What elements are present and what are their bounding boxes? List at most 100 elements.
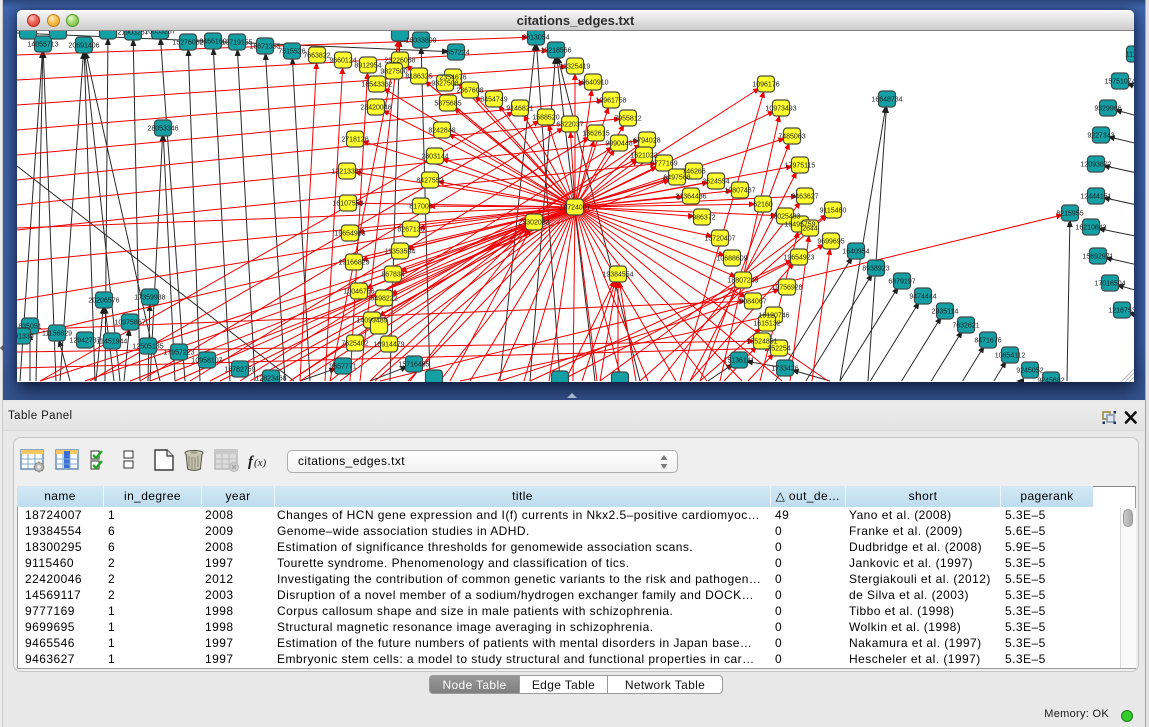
svg-text:7625402: 7625402 bbox=[341, 341, 368, 348]
svg-text:16671355: 16671355 bbox=[249, 44, 280, 51]
svg-text:16543362: 16543362 bbox=[361, 82, 392, 89]
svg-text:9660124: 9660124 bbox=[329, 58, 356, 65]
svg-text:8454749: 8454749 bbox=[480, 97, 507, 104]
svg-text:9227343: 9227343 bbox=[1087, 133, 1114, 140]
svg-text:25302083: 25302083 bbox=[518, 220, 549, 227]
svg-text:19654923: 19654923 bbox=[783, 255, 814, 262]
svg-text:12093872: 12093872 bbox=[1080, 162, 1111, 169]
svg-text:11325419: 11325419 bbox=[560, 64, 591, 71]
svg-text:10807487: 10807487 bbox=[724, 188, 755, 195]
svg-text:28053346: 28053346 bbox=[147, 126, 178, 133]
svg-text:867834: 867834 bbox=[381, 272, 404, 279]
svg-text:19756928: 19756928 bbox=[771, 285, 802, 292]
svg-text:9327508: 9327508 bbox=[431, 81, 458, 88]
svg-text:20206576: 20206576 bbox=[88, 298, 119, 305]
svg-text:20691406: 20691406 bbox=[68, 43, 99, 50]
svg-text:11353594: 11353594 bbox=[385, 249, 416, 256]
svg-text:5875685: 5875685 bbox=[434, 101, 461, 108]
svg-text:17359938: 17359938 bbox=[134, 295, 165, 302]
svg-text:9474444: 9474444 bbox=[909, 294, 936, 301]
svg-text:15692971: 15692971 bbox=[1082, 254, 1113, 261]
svg-text:1216753: 1216753 bbox=[1108, 308, 1134, 315]
svg-text:1615132: 1615132 bbox=[753, 321, 780, 328]
svg-text:15716485: 15716485 bbox=[398, 362, 429, 369]
svg-text:2803144: 2803144 bbox=[421, 154, 448, 161]
svg-text:391339: 391339 bbox=[17, 334, 34, 341]
svg-text:7955812: 7955812 bbox=[614, 116, 641, 123]
svg-text:8186325: 8186325 bbox=[405, 74, 432, 81]
svg-text:10025433: 10025433 bbox=[769, 214, 800, 221]
svg-text:9463627: 9463627 bbox=[791, 194, 818, 201]
svg-text:16120746: 16120746 bbox=[758, 313, 789, 320]
svg-text:12444151: 12444151 bbox=[1080, 194, 1111, 201]
svg-text:10961758: 10961758 bbox=[595, 98, 626, 105]
svg-text:11451944: 11451944 bbox=[97, 339, 128, 346]
svg-text:18524851: 18524851 bbox=[746, 339, 777, 346]
svg-text:8938923: 8938923 bbox=[862, 266, 889, 273]
svg-text:7986372: 7986372 bbox=[688, 215, 715, 222]
svg-text:2935114: 2935114 bbox=[932, 309, 959, 316]
svg-text:1621022: 1621022 bbox=[630, 153, 657, 160]
svg-text:10973493: 10973493 bbox=[765, 106, 796, 113]
svg-text:8215955: 8215955 bbox=[1056, 211, 1083, 218]
svg-text:23226058: 23226058 bbox=[384, 58, 415, 65]
svg-text:8912954: 8912954 bbox=[354, 63, 381, 70]
svg-text:7515526: 7515526 bbox=[278, 49, 305, 56]
svg-text:23420046: 23420046 bbox=[360, 105, 391, 112]
svg-text:9329966: 9329966 bbox=[1094, 106, 1121, 113]
svg-text:1733426: 1733426 bbox=[771, 366, 798, 373]
svg-text:9146821: 9146821 bbox=[506, 106, 533, 113]
svg-text:6322037: 6322037 bbox=[556, 122, 583, 129]
svg-text:7632621: 7632621 bbox=[952, 323, 979, 330]
svg-text:8427552: 8427552 bbox=[416, 178, 443, 185]
svg-text:16210643: 16210643 bbox=[1075, 225, 1106, 232]
svg-text:8813054: 8813054 bbox=[522, 35, 549, 42]
svg-text:8471676: 8471676 bbox=[974, 338, 1001, 345]
svg-text:19166829: 19166829 bbox=[338, 260, 369, 267]
svg-text:10688609: 10688609 bbox=[716, 256, 747, 263]
svg-text:10046766: 10046766 bbox=[343, 289, 374, 296]
svg-text:16914479: 16914479 bbox=[373, 342, 404, 349]
svg-text:9990448: 9990448 bbox=[605, 141, 632, 148]
svg-text:6879197: 6879197 bbox=[888, 279, 915, 286]
svg-text:14099489: 14099489 bbox=[356, 318, 387, 325]
svg-text:10853287: 10853287 bbox=[144, 31, 175, 36]
svg-text:2644: 2644 bbox=[802, 226, 818, 233]
svg-text:3624554: 3624554 bbox=[702, 179, 729, 186]
svg-text:14055713: 14055713 bbox=[27, 42, 58, 49]
svg-text:9115460: 9115460 bbox=[820, 208, 847, 215]
svg-text:15751074: 15751074 bbox=[1104, 79, 1134, 86]
svg-text:11156829: 11156829 bbox=[42, 331, 72, 338]
svg-text:62160: 62160 bbox=[753, 202, 773, 209]
svg-text:9777169: 9777169 bbox=[650, 161, 677, 168]
svg-text:835051: 835051 bbox=[18, 324, 41, 331]
svg-text:12213369: 12213369 bbox=[331, 169, 362, 176]
svg-text:(x): (x) bbox=[254, 457, 267, 469]
svg-text:9245682: 9245682 bbox=[1037, 378, 1064, 383]
svg-text:16648784: 16648784 bbox=[871, 97, 902, 104]
svg-text:10719155: 10719155 bbox=[221, 40, 252, 47]
svg-text:8267130: 8267130 bbox=[397, 227, 424, 234]
svg-text:10975867: 10975867 bbox=[114, 320, 145, 327]
svg-text:8242848: 8242848 bbox=[428, 128, 455, 135]
svg-text:17975115: 17975115 bbox=[785, 163, 816, 170]
svg-text:9084067: 9084067 bbox=[739, 299, 766, 306]
svg-text:21364436: 21364436 bbox=[675, 194, 706, 201]
svg-text:19218566: 19218566 bbox=[540, 48, 571, 55]
svg-text:12823468: 12823468 bbox=[255, 376, 286, 383]
svg-text:18724007: 18724007 bbox=[559, 205, 590, 212]
svg-text:9699695: 9699695 bbox=[817, 239, 844, 246]
svg-text:17957223: 17957223 bbox=[163, 350, 194, 357]
svg-text:1640954: 1640954 bbox=[842, 249, 869, 256]
svg-text:16033809: 16033809 bbox=[405, 38, 436, 45]
svg-text:9827500: 9827500 bbox=[380, 69, 407, 76]
svg-text:10654112: 10654112 bbox=[995, 353, 1026, 360]
svg-text:7663822: 7663822 bbox=[303, 53, 330, 60]
svg-text:19384554: 19384554 bbox=[602, 272, 633, 279]
svg-text:2718126: 2718126 bbox=[341, 137, 368, 144]
svg-text:1588520: 1588520 bbox=[532, 115, 559, 122]
svg-text:1362615: 1362615 bbox=[582, 131, 609, 138]
svg-text:9657771: 9657771 bbox=[329, 364, 356, 371]
svg-text:1096176: 1096176 bbox=[752, 82, 779, 89]
svg-text:7857224: 7857224 bbox=[442, 50, 469, 57]
